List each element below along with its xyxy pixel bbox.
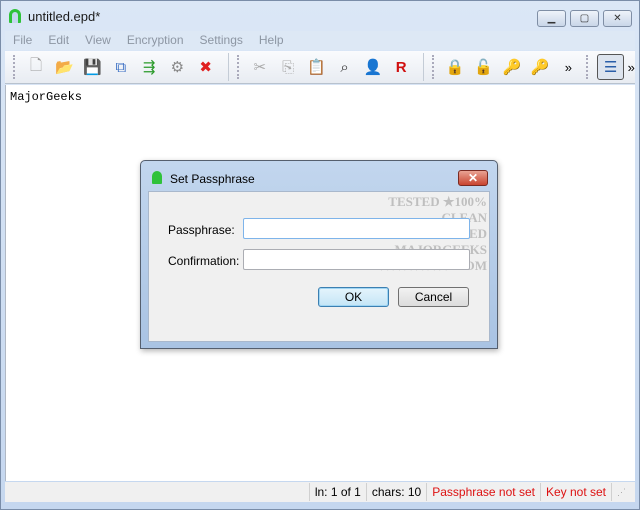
menu-file[interactable]: File: [5, 31, 40, 50]
toolbar-grip[interactable]: [13, 55, 16, 79]
unlock-icon[interactable]: 🔓: [471, 54, 495, 80]
cut-icon[interactable]: ✂: [248, 54, 272, 80]
menu-settings[interactable]: Settings: [192, 31, 251, 50]
title-bar: untitled.epd* ▁ ▢ ✕: [1, 1, 639, 31]
status-bar: ln: 1 of 1 chars: 10 Passphrase not set …: [5, 482, 635, 502]
toolbar-separator: [227, 53, 229, 81]
add-key-icon[interactable]: 🔑: [500, 54, 524, 80]
paste-icon[interactable]: 📋: [304, 54, 328, 80]
replace-icon[interactable]: R: [389, 54, 413, 80]
toolbar: 🗋 📂 💾 ⧉ ⇶ ⚙ ✖ ✂ ⎘ 📋 ⌕ 👤 R 🔒 🔓 🔑 🔑» ☰»: [5, 51, 635, 84]
menu-bar: File Edit View Encryption Settings Help: [5, 31, 635, 50]
key-icon[interactable]: 🔑: [528, 54, 552, 80]
menu-edit[interactable]: Edit: [40, 31, 77, 50]
save-as-icon[interactable]: ⇶: [137, 54, 161, 80]
dialog-close-button[interactable]: ✕: [458, 170, 488, 186]
properties-icon[interactable]: ⚙: [165, 54, 189, 80]
copy-icon[interactable]: ⎘: [276, 54, 300, 80]
passphrase-label: Passphrase:: [168, 223, 235, 237]
toolbar-overflow-icon[interactable]: »: [556, 54, 580, 80]
window-title: untitled.epd*: [28, 9, 101, 24]
set-passphrase-dialog: Set Passphrase ✕ TESTED ★100% CLEANCERTI…: [140, 160, 498, 349]
toolbar-separator: [423, 53, 425, 81]
word-wrap-icon[interactable]: ☰: [597, 54, 624, 80]
menu-encryption[interactable]: Encryption: [119, 31, 192, 50]
save-all-icon[interactable]: ⧉: [109, 54, 133, 80]
toolbar-grip[interactable]: [586, 55, 589, 79]
app-lock-icon: [9, 9, 21, 23]
status-passphrase: Passphrase not set: [426, 483, 540, 501]
toolbar-grip[interactable]: [236, 55, 240, 79]
new-icon[interactable]: 🗋: [24, 54, 48, 80]
save-icon[interactable]: 💾: [80, 54, 104, 80]
status-chars: chars: 10: [365, 483, 426, 501]
find-icon[interactable]: ⌕: [332, 54, 356, 80]
dialog-body: TESTED ★100% CLEANCERTIFIEDMAJORGEEKS★★★…: [148, 191, 490, 342]
toolbar-overflow-icon[interactable]: »: [628, 60, 635, 75]
user-icon[interactable]: 👤: [361, 54, 385, 80]
menu-view[interactable]: View: [77, 31, 119, 50]
close-button[interactable]: ✕: [603, 10, 632, 27]
confirmation-input[interactable]: [243, 249, 470, 270]
toolbar-grip[interactable]: [432, 55, 435, 79]
dialog-title: Set Passphrase: [170, 172, 255, 186]
lock-icon[interactable]: 🔒: [443, 54, 467, 80]
open-icon[interactable]: 📂: [52, 54, 76, 80]
maximize-button[interactable]: ▢: [570, 10, 599, 27]
cancel-button[interactable]: Cancel: [398, 287, 469, 307]
resize-grip[interactable]: ⋰: [611, 483, 635, 501]
passphrase-input[interactable]: [243, 218, 470, 239]
status-key: Key not set: [539, 483, 611, 501]
close-file-icon[interactable]: ✖: [194, 54, 218, 80]
editor-content[interactable]: MajorGeeks: [10, 90, 82, 104]
ok-button[interactable]: OK: [318, 287, 389, 307]
menu-help[interactable]: Help: [251, 31, 292, 50]
dialog-lock-icon: [152, 171, 162, 184]
status-line: ln: 1 of 1: [308, 483, 366, 501]
minimize-button[interactable]: ▁: [537, 10, 566, 27]
confirmation-label: Confirmation:: [168, 254, 240, 268]
